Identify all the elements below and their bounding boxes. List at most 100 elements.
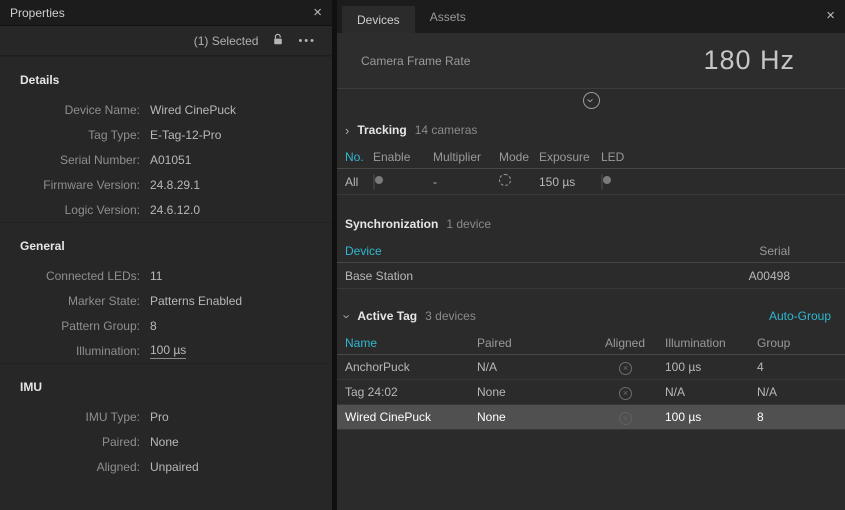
col-header-illumination[interactable]: Illumination bbox=[665, 336, 757, 350]
more-options-icon[interactable]: ••• bbox=[298, 35, 316, 47]
section-imu: IMU IMU Type: Pro Paired: None Aligned: … bbox=[0, 363, 332, 479]
serial-number-value: A01051 bbox=[150, 153, 191, 167]
active-tag-table-header: Name Paired Aligned Illumination Group bbox=[337, 331, 845, 355]
property-label: Pattern Group: bbox=[0, 319, 140, 333]
app-window: Properties × (1) Selected ••• Details De… bbox=[0, 0, 845, 510]
col-header-device[interactable]: Device bbox=[345, 244, 759, 258]
col-header-enable[interactable]: Enable bbox=[373, 150, 433, 164]
enable-toggle[interactable] bbox=[373, 174, 375, 190]
sync-row-base-station[interactable]: Base Station A00498 bbox=[337, 263, 845, 289]
property-label: Illumination: bbox=[0, 344, 140, 358]
tab-bar: Devices Assets × bbox=[337, 0, 845, 33]
col-header-multiplier[interactable]: Multiplier bbox=[433, 150, 499, 164]
tracking-section-header[interactable]: › Tracking 14 cameras bbox=[337, 111, 845, 145]
device-name-cell: AnchorPuck bbox=[345, 360, 477, 374]
tracking-row-no: All bbox=[345, 175, 373, 189]
property-row: Marker State: Patterns Enabled bbox=[0, 288, 332, 313]
sync-device-name: Base Station bbox=[345, 269, 749, 283]
property-row: Paired: None bbox=[0, 429, 332, 454]
property-row: IMU Type: Pro bbox=[0, 404, 332, 429]
collapse-chevron-icon[interactable]: › bbox=[583, 92, 600, 109]
paired-cell: None bbox=[477, 385, 605, 399]
col-header-name[interactable]: Name bbox=[345, 336, 477, 350]
property-label: Serial Number: bbox=[0, 153, 140, 167]
multiplier-value[interactable]: - bbox=[433, 175, 499, 189]
property-row: Logic Version: 24.6.12.0 bbox=[0, 197, 332, 222]
sync-table-header: Device Serial bbox=[337, 239, 845, 263]
chevron-down-icon[interactable]: › bbox=[341, 314, 354, 318]
tab-devices-label: Devices bbox=[357, 13, 400, 27]
col-header-exposure[interactable]: Exposure bbox=[539, 150, 601, 164]
active-tag-count: 3 devices bbox=[425, 309, 476, 323]
exposure-value[interactable]: 150 µs bbox=[539, 175, 601, 189]
property-label: Tag Type: bbox=[0, 128, 140, 142]
group-cell: 8 bbox=[757, 410, 845, 424]
selection-bar: (1) Selected ••• bbox=[0, 26, 332, 56]
col-header-paired[interactable]: Paired bbox=[477, 336, 605, 350]
property-row: Device Name: Wired CinePuck bbox=[0, 97, 332, 122]
close-icon[interactable]: × bbox=[313, 5, 322, 20]
col-header-no[interactable]: No. bbox=[345, 150, 373, 164]
properties-titlebar[interactable]: Properties × bbox=[0, 0, 332, 26]
chevron-right-icon[interactable]: › bbox=[345, 124, 349, 137]
tracking-title: Tracking bbox=[357, 123, 406, 137]
table-row[interactable]: Tag 24:02 None × N/A N/A bbox=[337, 380, 845, 405]
property-row: Serial Number: A01051 bbox=[0, 147, 332, 172]
lock-icon[interactable] bbox=[272, 33, 284, 49]
group-cell: 4 bbox=[757, 360, 845, 374]
property-row: Aligned: Unpaired bbox=[0, 454, 332, 479]
property-row: Connected LEDs: 11 bbox=[0, 263, 332, 288]
illumination-field[interactable]: 100 µs bbox=[150, 343, 186, 359]
col-header-led[interactable]: LED bbox=[601, 150, 845, 164]
table-row-selected[interactable]: Wired CinePuck None × 100 µs 8 bbox=[337, 405, 845, 430]
pattern-group-value: 8 bbox=[150, 319, 157, 333]
illumination-cell: N/A bbox=[665, 385, 757, 399]
property-label: Aligned: bbox=[0, 460, 140, 474]
device-name-value: Wired CinePuck bbox=[150, 103, 236, 117]
close-icon[interactable]: × bbox=[826, 8, 835, 23]
property-label: IMU Type: bbox=[0, 410, 140, 424]
frame-rate-value: 180 Hz bbox=[703, 45, 795, 76]
auto-group-button[interactable]: Auto-Group bbox=[769, 309, 835, 323]
tracking-all-row[interactable]: All - 150 µs bbox=[337, 169, 845, 195]
table-row[interactable]: AnchorPuck N/A × 100 µs 4 bbox=[337, 355, 845, 380]
frame-rate-divider: › bbox=[337, 89, 845, 111]
tracking-count: 14 cameras bbox=[415, 123, 478, 137]
sync-section-header[interactable]: Synchronization 1 device bbox=[337, 205, 845, 239]
tab-devices[interactable]: Devices bbox=[342, 6, 415, 33]
device-name-cell: Tag 24:02 bbox=[345, 385, 477, 399]
col-header-group[interactable]: Group bbox=[757, 336, 845, 350]
col-header-aligned[interactable]: Aligned bbox=[605, 336, 665, 350]
devices-panel: Devices Assets × Camera Frame Rate 180 H… bbox=[337, 0, 845, 510]
logic-version-value: 24.6.12.0 bbox=[150, 203, 200, 217]
section-title: General bbox=[0, 229, 332, 263]
property-row: Pattern Group: 8 bbox=[0, 313, 332, 338]
selection-count-label: (1) Selected bbox=[194, 34, 259, 48]
property-label: Marker State: bbox=[0, 294, 140, 308]
properties-panel: Properties × (1) Selected ••• Details De… bbox=[0, 0, 332, 510]
tab-assets[interactable]: Assets bbox=[415, 0, 481, 33]
property-label: Firmware Version: bbox=[0, 178, 140, 192]
col-header-serial[interactable]: Serial bbox=[759, 244, 790, 258]
group-cell: N/A bbox=[757, 385, 845, 399]
section-title: IMU bbox=[0, 370, 332, 404]
illumination-cell: 100 µs bbox=[665, 360, 757, 374]
section-general: General Connected LEDs: 11 Marker State:… bbox=[0, 222, 332, 363]
sync-device-serial: A00498 bbox=[749, 269, 790, 283]
tab-assets-label: Assets bbox=[430, 10, 466, 24]
sync-count: 1 device bbox=[446, 217, 491, 231]
property-row: Firmware Version: 24.8.29.1 bbox=[0, 172, 332, 197]
active-tag-section-header[interactable]: › Active Tag 3 devices Auto-Group bbox=[337, 297, 845, 331]
led-toggle[interactable] bbox=[601, 174, 603, 190]
aligned-x-icon: × bbox=[619, 387, 632, 400]
tracking-table-header: No. Enable Multiplier Mode Exposure LED bbox=[337, 145, 845, 169]
connected-leds-value: 11 bbox=[150, 269, 162, 283]
mode-icon[interactable] bbox=[499, 174, 511, 186]
paired-cell: N/A bbox=[477, 360, 605, 374]
col-header-mode[interactable]: Mode bbox=[499, 150, 539, 164]
imu-type-value: Pro bbox=[150, 410, 169, 424]
section-title: Details bbox=[0, 63, 332, 97]
property-label: Logic Version: bbox=[0, 203, 140, 217]
imu-aligned-value: Unpaired bbox=[150, 460, 199, 474]
aligned-x-icon: × bbox=[619, 362, 632, 375]
